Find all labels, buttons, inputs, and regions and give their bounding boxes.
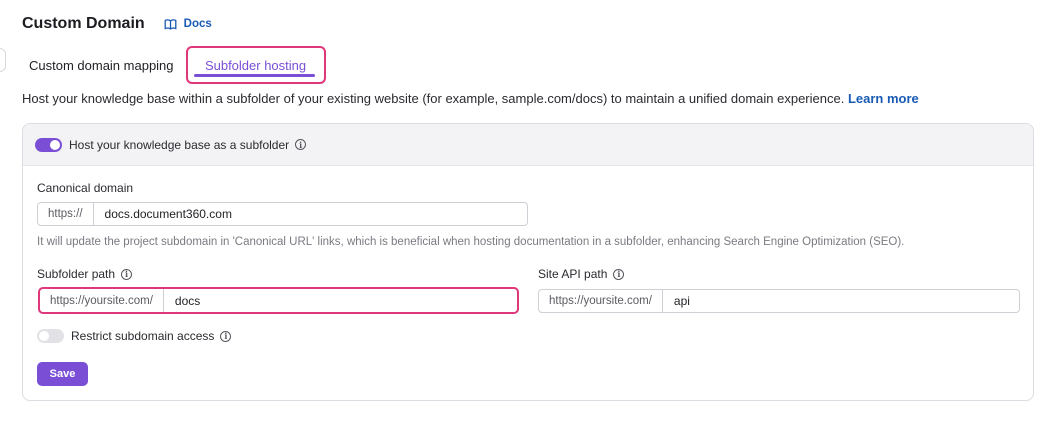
site-api-path-label-text: Site API path [538,267,608,281]
subfolder-settings-card: Host your knowledge base as a subfolder … [22,123,1034,401]
description-text: Host your knowledge base within a subfol… [22,91,845,106]
info-icon[interactable]: i [295,139,307,150]
tab-custom-domain-mapping[interactable]: Custom domain mapping [22,46,181,84]
host-subfolder-label: Host your knowledge base as a subfolder [69,137,290,152]
site-api-path-prefix: https://yoursite.com/ [539,290,663,312]
subfolder-path-prefix: https://yoursite.com/ [40,289,164,312]
tab-bar: Custom domain mapping Subfolder hosting [22,46,326,84]
site-api-path-input[interactable]: api [663,294,690,308]
docs-link-label: Docs [183,18,212,30]
restrict-subdomain-row: Restrict subdomain access i [37,329,232,343]
page-header: Custom Domain Docs [22,15,212,33]
subfolder-path-input[interactable]: docs [164,294,200,308]
canonical-domain-field[interactable]: https:// docs.document360.com [37,202,528,226]
docs-link[interactable]: Docs [164,18,212,31]
page-title: Custom Domain [22,15,145,32]
subfolder-path-label: Subfolder path i [37,267,133,281]
restrict-subdomain-label: Restrict subdomain access [71,329,215,343]
canonical-domain-label: Canonical domain [37,181,133,195]
card-header: Host your knowledge base as a subfolder … [23,124,1033,166]
info-icon[interactable]: i [121,268,133,280]
info-icon[interactable]: i [613,268,625,280]
learn-more-link[interactable]: Learn more [848,91,919,106]
site-api-path-label: Site API path i [538,267,625,281]
canonical-domain-input[interactable]: docs.document360.com [94,207,232,221]
collapse-handle[interactable] [0,48,6,72]
info-icon[interactable]: i [220,330,232,342]
book-icon [164,18,177,30]
save-button[interactable]: Save [37,362,88,386]
site-api-path-field[interactable]: https://yoursite.com/ api [538,289,1020,313]
host-subfolder-toggle[interactable] [35,137,62,152]
restrict-subdomain-toggle[interactable] [37,329,64,343]
tab-subfolder-hosting[interactable]: Subfolder hosting [185,46,326,84]
canonical-domain-label-text: Canonical domain [37,181,134,195]
subfolder-path-field[interactable]: https://yoursite.com/ docs [38,287,519,314]
canonical-domain-helper: It will update the project subdomain in … [37,236,905,248]
subfolder-path-label-text: Subfolder path [37,267,116,281]
page-description: Host your knowledge base within a subfol… [22,91,919,106]
canonical-domain-prefix: https:// [38,203,94,225]
